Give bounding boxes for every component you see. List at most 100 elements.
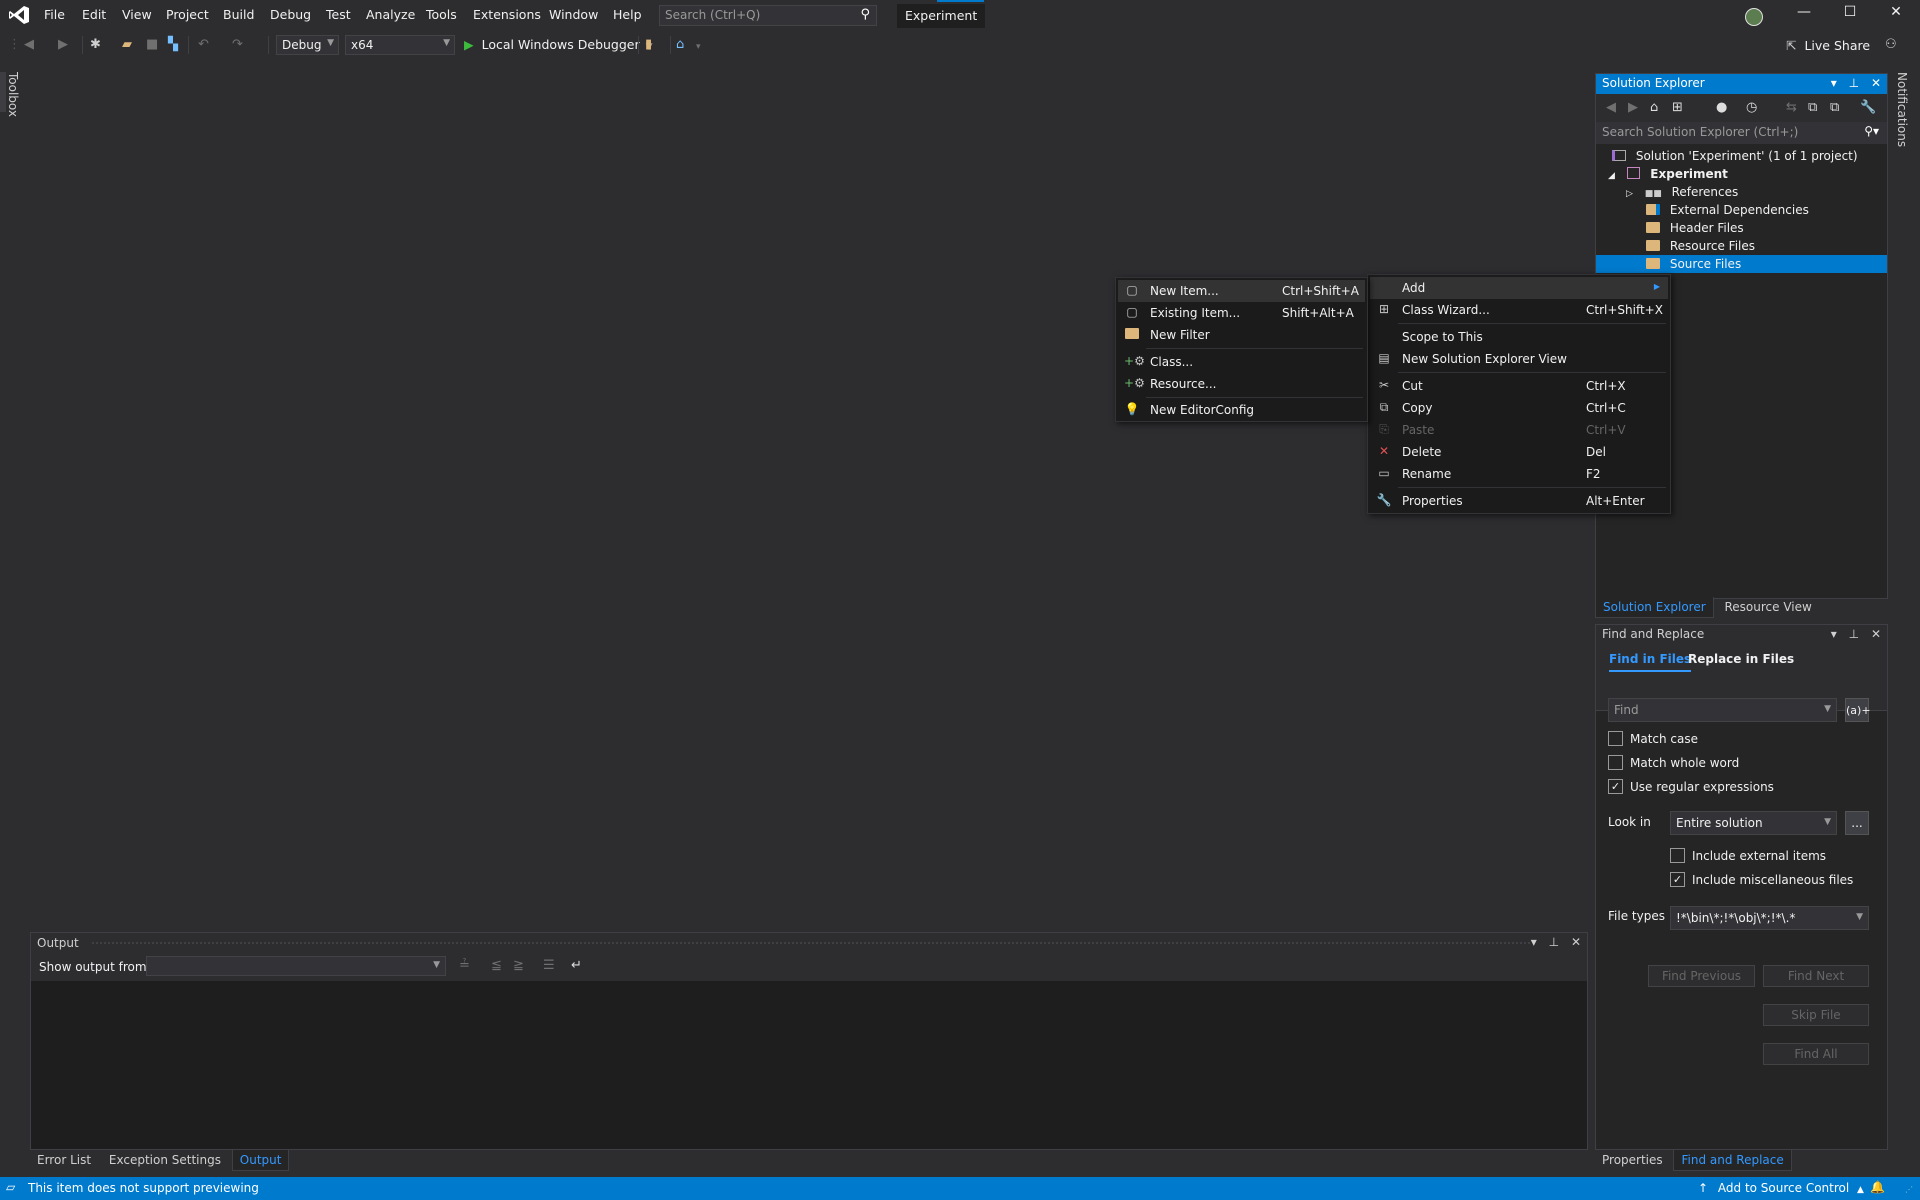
menu-build[interactable]: Build [223,7,254,22]
use-regex-checkbox[interactable]: ✓ [1608,779,1623,794]
window-position-icon[interactable]: ▾ [1831,627,1837,641]
navigate-forward-icon[interactable]: ▶ [58,37,68,52]
tree-item-source-files[interactable]: Source Files [1596,255,1887,273]
notifications-tab[interactable]: Notifications [1895,72,1909,147]
switch-views-icon[interactable]: ⊞ [1672,100,1683,115]
add-to-source-control-button[interactable]: ↑ Add to Source Control ▲ [1698,1181,1864,1195]
pin-icon[interactable]: ⊥ [1849,627,1859,641]
tab-find-and-replace[interactable]: Find and Replace [1673,1150,1792,1171]
solution-platform-dropdown[interactable]: x64 ▼ [345,35,455,55]
solution-explorer-search-input[interactable]: Search Solution Explorer (Ctrl+;) ⚲▾ [1596,122,1887,144]
menu-item-scope-to-this[interactable]: Scope to This [1370,326,1668,348]
menu-item-class-wizard[interactable]: ⊞ Class Wizard... Ctrl+Shift+X [1370,299,1668,321]
menu-item-rename[interactable]: ▭ Rename F2 [1370,463,1668,485]
include-external-checkbox[interactable] [1670,848,1685,863]
browse-button[interactable]: ... [1845,811,1869,835]
live-share-button[interactable]: ⇱ Live Share [1786,38,1870,53]
word-wrap-icon[interactable]: ↵ [571,958,582,973]
tab-output[interactable]: Output [231,1150,290,1171]
skip-file-button[interactable]: Skip File [1763,1004,1869,1026]
quick-search-input[interactable]: Search (Ctrl+Q) ⚲ [659,5,877,26]
menu-item-copy[interactable]: ⧉ Copy Ctrl+C [1370,397,1668,419]
find-next-button[interactable]: Find Next [1763,965,1869,987]
find-input[interactable]: Find ▼ [1608,698,1837,722]
menu-item-new-filter[interactable]: New Filter [1118,324,1365,346]
close-icon[interactable]: ✕ [1871,627,1881,641]
match-case-checkbox[interactable] [1608,731,1623,746]
pin-icon[interactable]: ⊥ [1549,935,1559,949]
tree-item-references[interactable]: ▷ ■■ References [1596,183,1887,201]
find-all-button[interactable]: Find All [1763,1043,1869,1065]
menu-help[interactable]: Help [613,7,642,22]
menu-debug[interactable]: Debug [270,7,311,22]
menu-window[interactable]: Window [549,7,598,22]
copy-icon[interactable]: ⧉ [1830,100,1839,115]
find-previous-button[interactable]: Find Previous [1648,965,1755,987]
tree-item-resource-files[interactable]: Resource Files [1596,237,1887,255]
toolbox-tab[interactable]: Toolbox [6,72,20,117]
menu-analyze[interactable]: Analyze [366,7,415,22]
menu-item-existing-item[interactable]: ▢ Existing Item... Shift+Alt+A [1118,302,1365,324]
menu-file[interactable]: File [44,7,65,22]
account-avatar-icon[interactable] [1745,8,1763,26]
menu-item-properties[interactable]: 🔧 Properties Alt+Enter [1370,490,1668,512]
menu-item-class[interactable]: +⚙ Class... [1118,351,1365,373]
maximize-button[interactable]: ☐ [1827,4,1873,28]
notifications-bell-icon[interactable]: 🔔 [1870,1180,1885,1194]
expanded-arrow-icon[interactable]: ◢ [1608,171,1615,181]
tree-item-solution[interactable]: Solution 'Experiment' (1 of 1 project) [1596,147,1887,165]
home-icon[interactable]: ⌂ [1650,100,1658,115]
screen-capture-icon[interactable]: ⌂ [676,37,684,52]
minimize-button[interactable]: — [1781,4,1827,28]
show-all-files-icon[interactable]: ● [1716,100,1727,115]
drag-grip[interactable] [91,941,1531,946]
menu-item-add[interactable]: Add ▶ [1370,277,1668,299]
include-misc-checkbox[interactable]: ✓ [1670,872,1685,887]
find-message-icon[interactable]: ≟ [459,958,470,973]
tab-exception-settings[interactable]: Exception Settings [102,1150,228,1170]
tab-resource-view[interactable]: Resource View [1718,597,1819,617]
menu-item-new-solution-explorer-view[interactable]: ▤ New Solution Explorer View [1370,348,1668,370]
back-icon[interactable]: ◀ [1606,100,1616,115]
menu-item-cut[interactable]: ✂ Cut Ctrl+X [1370,375,1668,397]
find-in-files-icon[interactable]: ▮ [645,37,652,52]
window-position-icon[interactable]: ▾ [1531,935,1537,949]
toolbar-overflow-icon[interactable]: ▾ [696,42,701,52]
previous-message-icon[interactable]: ≦ [491,958,502,973]
close-icon[interactable]: ✕ [1571,935,1581,949]
resize-grip-icon[interactable]: ⋰ [1905,1185,1913,1194]
menu-tools[interactable]: Tools [426,7,457,22]
menu-edit[interactable]: Edit [82,7,106,22]
window-position-icon[interactable]: ▾ [1831,76,1837,90]
show-output-from-dropdown[interactable]: ▼ [146,956,446,976]
close-icon[interactable]: ✕ [1871,76,1881,90]
menu-project[interactable]: Project [166,7,209,22]
tree-item-external-dependencies[interactable]: External Dependencies [1596,201,1887,219]
tab-properties[interactable]: Properties [1595,1150,1670,1170]
pending-changes-icon[interactable]: ◷ [1746,100,1757,115]
menu-test[interactable]: Test [326,7,351,22]
forward-icon[interactable]: ▶ [1628,100,1638,115]
start-debugging-button[interactable]: ▶ Local Windows Debugger ▼ [464,37,653,52]
next-message-icon[interactable]: ≧ [513,958,524,973]
menu-item-new-item[interactable]: ▢ New Item... Ctrl+Shift+A [1118,280,1365,302]
tree-item-project[interactable]: ◢ Experiment [1596,165,1887,183]
file-types-dropdown[interactable]: !*\bin\*;!*\obj\*;!*\.* ▼ [1670,906,1869,930]
redo-icon[interactable]: ↷ [232,37,243,52]
undo-icon[interactable]: ↶ [198,37,209,52]
sync-icon[interactable]: ⇆ [1786,100,1797,115]
new-project-icon[interactable]: ✱ [90,37,101,52]
properties-wrench-icon[interactable]: 🔧 [1860,100,1876,115]
feedback-icon[interactable]: ⚇ [1885,37,1897,52]
tab-find-in-files[interactable]: Find in Files [1609,652,1692,672]
look-in-dropdown[interactable]: Entire solution ▼ [1670,811,1837,835]
tab-error-list[interactable]: Error List [30,1150,98,1170]
save-icon[interactable]: ■ [146,37,158,52]
tree-item-header-files[interactable]: Header Files [1596,219,1887,237]
menu-view[interactable]: View [122,7,152,22]
save-all-icon[interactable]: ▚ [168,37,178,52]
tab-replace-in-files[interactable]: Replace in Files [1688,652,1794,666]
collapsed-arrow-icon[interactable]: ▷ [1626,189,1633,199]
close-window-button[interactable]: ✕ [1873,4,1919,28]
regex-builder-button[interactable]: (a)+ [1845,698,1871,722]
